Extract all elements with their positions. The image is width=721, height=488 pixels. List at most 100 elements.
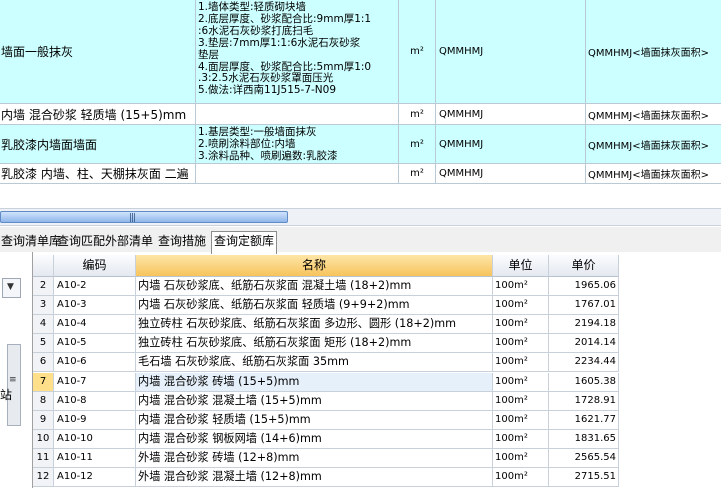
feature-line: 3.涂料品种、喷刷遍数:乳胶漆 [198, 149, 338, 162]
bill-row-2[interactable]: 内墙 混合砂浆 轻质墙 (15+5)mm m² QMMHMJ QMMHMJ<墙面… [0, 104, 721, 125]
tab-query-external-bill[interactable]: 查询匹配外部清单 [56, 233, 154, 252]
quota-price: 2715.51 [549, 468, 619, 487]
quota-code: A10-9 [54, 410, 136, 430]
quota-name: 内墙 石灰砂浆底、纸筋石灰浆面 轻质墙 (9+9+2)mm [136, 296, 493, 316]
quota-price: 1965.06 [549, 277, 619, 296]
quota-unit: 100m² [493, 391, 549, 411]
quota-unit: 100m² [493, 334, 549, 354]
bill-row-4[interactable]: 乳胶漆 内墙、柱、天棚抹灰面 二遍 m² QMMHMJ QMMHMJ<墙面抹灰面… [0, 164, 721, 184]
quota-price: 2234.44 [549, 353, 619, 373]
horizontal-scrollbar[interactable]: ||| [0, 208, 721, 226]
bill-items-grid: 墙面一般抹灰 1.墙体类型:轻质砌块墙 2.底层厚度、砂浆配合比:9mm厚1:1… [0, 0, 721, 184]
bill-code-cell[interactable]: QMMHMJ [436, 104, 586, 124]
table-row[interactable]: 8 A10-8 内墙 混合砂浆 混凝土墙 (15+5)mm 100m² 1728.91 [33, 391, 619, 411]
row-index: 12 [33, 468, 54, 487]
quota-code: A10-10 [54, 429, 136, 449]
bill-name-cell[interactable]: 乳胶漆 内墙、柱、天棚抹灰面 二遍 [0, 164, 196, 183]
bill-code-cell[interactable]: QMMHMJ [436, 0, 586, 103]
quota-code: A10-8 [54, 391, 136, 411]
table-row[interactable]: 10 A10-10 内墙 混合砂浆 钢板网墙 (14+6)mm 100m² 1831.6… [33, 429, 619, 449]
bill-row-3[interactable]: 乳胶漆内墙面墙面 1.基层类型:一般墙面抹灰 2.喷刷涂料部位:内墙 3.涂料品… [0, 125, 721, 164]
row-index: 11 [33, 448, 54, 468]
table-row[interactable]: 2 A10-2 内墙 石灰砂浆底、纸筋石灰浆面 混凝土墙 (18+2)mm 100m²… [33, 277, 619, 296]
quota-code: A10-12 [54, 468, 136, 487]
quota-unit: 100m² [493, 353, 549, 373]
quota-code: A10-7 [54, 372, 136, 392]
blank-area [619, 252, 721, 488]
bill-features-cell[interactable] [196, 104, 399, 124]
row-index: 5 [33, 334, 54, 354]
quota-price: 1728.91 [549, 391, 619, 411]
bill-code-cell[interactable]: QMMHMJ [436, 125, 586, 163]
bill-unit-cell[interactable]: m² [399, 104, 436, 124]
table-row[interactable]: 5 A10-5 独立砖柱 石灰砂浆底、纸筋石灰浆面 矩形 (18+2)mm 100m²… [33, 334, 619, 354]
row-index: 3 [33, 296, 54, 316]
quota-name: 内墙 混合砂浆 钢板网墙 (14+6)mm [136, 429, 493, 449]
bill-features-cell[interactable]: 1.基层类型:一般墙面抹灰 2.喷刷涂料部位:内墙 3.涂料品种、喷刷遍数:乳胶… [196, 125, 399, 163]
row-index: 7 [33, 372, 54, 392]
bill-name-cell[interactable]: 乳胶漆内墙面墙面 [0, 125, 196, 163]
quota-unit: 100m² [493, 429, 549, 449]
quota-unit: 100m² [493, 296, 549, 316]
quota-name: 内墙 石灰砂浆底、纸筋石灰浆面 混凝土墙 (18+2)mm [136, 277, 493, 296]
quota-price: 1621.77 [549, 410, 619, 430]
bill-code-cell[interactable]: QMMHMJ [436, 164, 586, 183]
quota-name: 内墙 混合砂浆 轻质墙 (15+5)mm [136, 410, 493, 430]
quota-code: A10-6 [54, 353, 136, 373]
quota-name: 毛石墙 石灰砂浆底、纸筋石灰浆面 35mm [136, 353, 493, 373]
quota-unit: 100m² [493, 448, 549, 468]
bill-features-cell[interactable] [196, 164, 399, 183]
quota-code: A10-3 [54, 296, 136, 316]
quota-name: 内墙 混合砂浆 砖墙 (15+5)mm [136, 372, 493, 392]
bill-unit-cell[interactable]: m² [399, 125, 436, 163]
bill-expr-cell[interactable]: QMMHMJ<墙面抹灰面积> [586, 104, 721, 124]
query-tab-bar: 查询清单库 查询匹配外部清单 查询措施 查询定额库 [0, 227, 721, 254]
table-row[interactable]: 3 A10-3 内墙 石灰砂浆底、纸筋石灰浆面 轻质墙 (9+9+2)mm 100m²… [33, 296, 619, 316]
quota-price: 2565.54 [549, 448, 619, 468]
bill-row-1[interactable]: 墙面一般抹灰 1.墙体类型:轻质砌块墙 2.底层厚度、砂浆配合比:9mm厚1:1… [0, 0, 721, 104]
table-header: 编码 名称 单位 单价 [33, 255, 619, 277]
tab-query-bill-library[interactable]: 查询清单库 [0, 233, 62, 252]
quota-price: 2194.18 [549, 315, 619, 335]
dropdown-button[interactable]: ▼ [2, 278, 21, 298]
scrollbar-thumb[interactable]: ||| [0, 211, 288, 223]
header-unit[interactable]: 单位 [493, 255, 549, 277]
bill-expr-cell[interactable]: QMMHMJ<墙面抹灰面积> [586, 164, 721, 183]
feature-line: 3.垫层:7mm厚1:1:6水泥石灰砂浆 [198, 36, 361, 49]
quota-library-table: 编码 名称 单位 单价 2 A10-2 内墙 石灰砂浆底、纸筋石灰浆面 混凝土墙 (… [33, 255, 619, 488]
bill-name-cell[interactable]: 内墙 混合砂浆 轻质墙 (15+5)mm [0, 104, 196, 124]
tab-query-measures[interactable]: 查询措施 [157, 233, 207, 252]
table-row[interactable]: 7 A10-7 内墙 混合砂浆 砖墙 (15+5)mm 100m² 1605.38 [33, 372, 619, 392]
tab-query-quota-library[interactable]: 查询定额库 [211, 231, 278, 254]
row-index: 8 [33, 391, 54, 411]
table-row[interactable]: 11 A10-11 外墙 混合砂浆 砖墙 (12+8)mm 100m² 2565.54 [33, 448, 619, 468]
table-row[interactable]: 9 A10-9 内墙 混合砂浆 轻质墙 (15+5)mm 100m² 1621.77 [33, 410, 619, 430]
quota-code: A10-4 [54, 315, 136, 335]
chevron-down-icon: ▼ [7, 282, 14, 292]
table-row[interactable]: 6 A10-6 毛石墙 石灰砂浆底、纸筋石灰浆面 35mm 100m² 2234.44 [33, 353, 619, 373]
bill-unit-cell[interactable]: m² [399, 0, 436, 103]
feature-line: :6水泥石灰砂浆打底扫毛 [198, 24, 314, 37]
table-row[interactable]: 4 A10-4 独立砖柱 石灰砂浆底、纸筋石灰浆面 多边形、圆形 (18+2)mm 1… [33, 315, 619, 335]
quota-code: A10-11 [54, 448, 136, 468]
header-code[interactable]: 编码 [54, 255, 136, 277]
quota-name: 外墙 混合砂浆 混凝土墙 (12+8)mm [136, 468, 493, 487]
header-price[interactable]: 单价 [549, 255, 619, 277]
bill-name-cell[interactable]: 墙面一般抹灰 [0, 0, 196, 103]
header-name[interactable]: 名称 [136, 255, 493, 277]
bill-features-cell[interactable]: 1.墙体类型:轻质砌块墙 2.底层厚度、砂浆配合比:9mm厚1:1 :6水泥石灰… [196, 0, 399, 103]
feature-line: 5.做法:详西南11J515-7-N09 [198, 84, 337, 97]
table-row[interactable]: 12 A10-12 外墙 混合砂浆 混凝土墙 (12+8)mm 100m² 2715.5… [33, 468, 619, 487]
quota-unit: 100m² [493, 410, 549, 430]
quota-name: 独立砖柱 石灰砂浆底、纸筋石灰浆面 多边形、圆形 (18+2)mm [136, 315, 493, 335]
quota-price: 1831.65 [549, 429, 619, 449]
quota-code: A10-2 [54, 277, 136, 296]
quota-price: 2014.14 [549, 334, 619, 354]
bill-expr-cell[interactable]: QMMHMJ<墙面抹灰面积> [586, 125, 721, 163]
tree-label-fragment: 站 [0, 388, 13, 402]
bill-expr-cell[interactable]: QMMHMJ<墙面抹灰面积> [586, 0, 721, 103]
vertical-scrollbar[interactable]: ≡ [7, 344, 21, 426]
bill-unit-cell[interactable]: m² [399, 164, 436, 183]
quota-name: 外墙 混合砂浆 砖墙 (12+8)mm [136, 448, 493, 468]
quota-price: 1767.01 [549, 296, 619, 316]
